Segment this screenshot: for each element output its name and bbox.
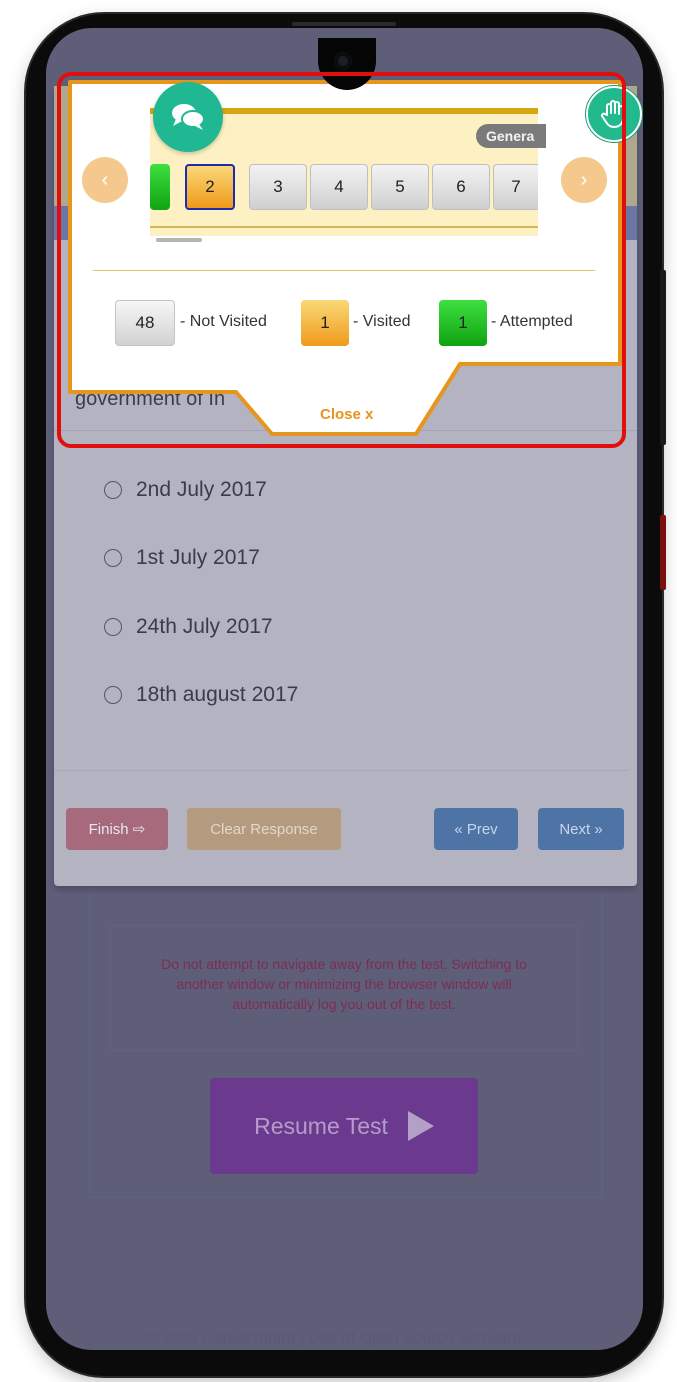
option-2[interactable]: 1st July 2017 <box>104 546 260 570</box>
option-1[interactable]: 2nd July 2017 <box>104 478 267 502</box>
footer-text: © 2023 CareerTantra | Use of Open Source… <box>146 1330 522 1347</box>
camera-icon <box>334 52 352 70</box>
radio-option-1[interactable] <box>104 481 122 499</box>
prev-button[interactable]: « Prev <box>434 808 518 850</box>
option-2-label: 1st July 2017 <box>136 546 260 569</box>
phone-speaker <box>292 22 396 26</box>
resume-test-button[interactable]: Resume Test <box>210 1078 478 1174</box>
actions-divider <box>54 770 629 771</box>
play-icon <box>407 1111 434 1141</box>
option-4[interactable]: 18th august 2017 <box>104 683 298 707</box>
highlight-box <box>57 72 626 448</box>
option-3[interactable]: 24th July 2017 <box>104 615 273 639</box>
navigation-warning: Do not attempt to navigate away from the… <box>161 956 527 1012</box>
option-3-label: 24th July 2017 <box>136 615 273 638</box>
phone-power-button <box>660 515 666 590</box>
resume-test-label: Resume Test <box>254 1112 388 1139</box>
option-4-label: 18th august 2017 <box>136 683 299 706</box>
radio-option-4[interactable] <box>104 686 122 704</box>
next-button[interactable]: Next » <box>538 808 624 850</box>
finish-button[interactable]: Finish ⇨ <box>66 808 168 850</box>
clear-response-button[interactable]: Clear Response <box>187 808 341 850</box>
radio-option-3[interactable] <box>104 618 122 636</box>
option-1-label: 2nd July 2017 <box>136 478 267 501</box>
radio-option-2[interactable] <box>104 549 122 567</box>
